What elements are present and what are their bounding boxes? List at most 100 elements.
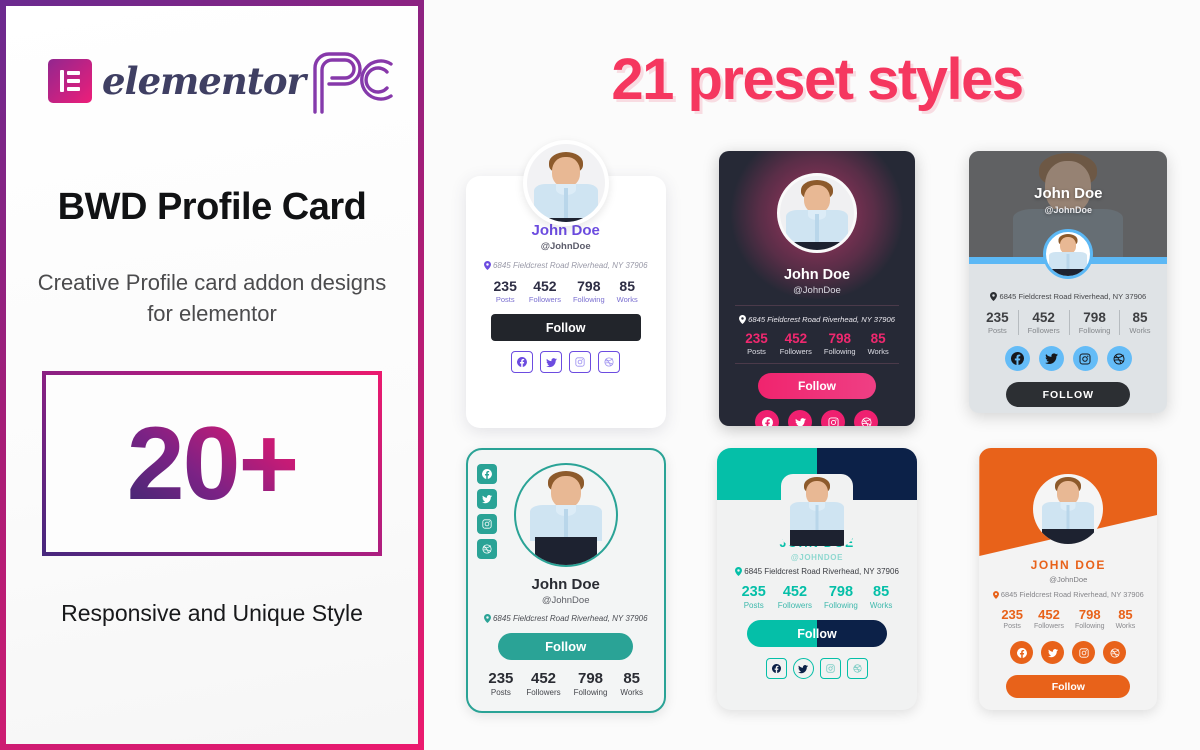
stat-label: Following xyxy=(823,347,856,356)
instagram-icon[interactable] xyxy=(1072,641,1096,664)
promo-banner: elementor BWD Profile Card Creative Prof… xyxy=(0,0,1200,750)
stat-label: Followers xyxy=(777,601,813,610)
card-6-orange[interactable]: JOHN DOE @JohnDoe 6845 Fieldcrest Road R… xyxy=(979,448,1158,710)
stat-value: 235 xyxy=(741,584,766,600)
profile-handle: @JohnDoe xyxy=(541,595,590,606)
instagram-icon[interactable] xyxy=(569,351,592,373)
profile-handle: @JohnDoe xyxy=(1049,575,1088,584)
stat-item: 85 Works xyxy=(620,670,643,697)
stat-item: 235 Posts xyxy=(488,670,513,697)
stat-value: 798 xyxy=(1083,310,1106,325)
stat-item: 452 Followers xyxy=(780,331,812,356)
follow-button[interactable]: Follow xyxy=(498,633,634,660)
stat-value: 452 xyxy=(784,331,808,346)
dribbble-icon[interactable] xyxy=(1106,346,1132,371)
stat-label: Posts xyxy=(743,601,764,610)
social-links xyxy=(725,658,909,679)
card-5-teal-navy[interactable]: JOHN DOE @JOHNDOE 6845 Fieldcrest Road R… xyxy=(716,448,917,710)
stat-value: 85 xyxy=(619,278,635,294)
stat-value: 235 xyxy=(493,278,517,294)
follow-button[interactable]: Follow xyxy=(757,373,876,399)
dribbble-icon[interactable] xyxy=(476,539,497,559)
follow-button[interactable]: Follow xyxy=(746,620,887,647)
count-value: 20+ xyxy=(126,405,299,522)
follow-button[interactable]: Follow xyxy=(1006,675,1131,698)
twitter-icon[interactable] xyxy=(1041,641,1065,664)
card-3-gray-blue[interactable]: John Doe @JohnDoe 6845 Fieldcrest Road R… xyxy=(969,151,1168,413)
profile-name: JOHN DOE xyxy=(1030,558,1107,572)
twitter-icon[interactable] xyxy=(788,410,813,426)
facebook-icon[interactable] xyxy=(765,658,787,679)
stat-item: 235 Posts xyxy=(745,331,768,356)
preset-cards-grid: John Doe @JohnDoe 6845 Fieldcrest Road R… xyxy=(458,140,1176,727)
dribbble-icon[interactable] xyxy=(598,351,621,373)
follow-button[interactable]: FOLLOW xyxy=(1006,382,1131,407)
address-text: 6845 Fieldcrest Road Riverhead, NY 37906 xyxy=(999,292,1147,301)
instagram-icon[interactable] xyxy=(819,658,841,679)
stats-row: 235 Posts 452 Followers 798 Following 85 Wor… xyxy=(977,310,1159,335)
facebook-icon[interactable] xyxy=(476,464,497,484)
facebook-icon[interactable] xyxy=(511,351,534,373)
card-2-dark-pink[interactable]: John Doe @JohnDoe 6845 Fieldcrest Road R… xyxy=(718,151,915,426)
dribbble-icon[interactable] xyxy=(846,658,868,679)
profile-address: 6845 Fieldcrest Road Riverhead, NY 37906 xyxy=(725,567,909,576)
twitter-icon[interactable] xyxy=(540,351,563,373)
profile-address: 6845 Fieldcrest Road Riverhead, NY 37906 xyxy=(986,590,1150,599)
card-4-teal-outline[interactable]: John Doe @JohnDoe 6845 Fieldcrest Road R… xyxy=(465,448,666,713)
location-pin-icon xyxy=(992,591,999,599)
avatar xyxy=(776,173,857,253)
dribbble-icon[interactable] xyxy=(854,410,879,426)
page-tagline: Responsive and Unique Style xyxy=(61,600,363,627)
facebook-icon[interactable] xyxy=(1010,641,1034,664)
stat-value: 85 xyxy=(623,670,641,687)
avatar xyxy=(1033,474,1104,544)
profile-address: 6845 Fieldcrest Road Riverhead, NY 37906 xyxy=(476,261,656,270)
stat-label: Posts xyxy=(987,326,1007,335)
location-pin-icon xyxy=(739,315,746,324)
social-links xyxy=(977,346,1159,371)
stats-row: 235 Posts 452 Followers 798 Following 85 Wor… xyxy=(476,278,656,304)
instagram-icon[interactable] xyxy=(821,410,846,426)
stat-label: Works xyxy=(1115,623,1136,630)
instagram-icon[interactable] xyxy=(1072,346,1098,371)
stat-item: 85 Works xyxy=(870,584,893,610)
stats-row: 235 Posts 452 Followers 798 Following 85 Wor… xyxy=(478,670,654,697)
twitter-icon[interactable] xyxy=(476,489,497,509)
card-1-light-purple[interactable]: John Doe @JohnDoe 6845 Fieldcrest Road R… xyxy=(465,140,666,428)
stat-item: 452 Followers xyxy=(1034,607,1064,630)
stat-item: 85 Works xyxy=(1120,310,1159,335)
twitter-icon[interactable] xyxy=(792,658,814,679)
card-body: 6845 Fieldcrest Road Riverhead, NY 37906… xyxy=(969,264,1167,413)
stat-label: Works xyxy=(869,601,893,610)
follow-button[interactable]: Follow xyxy=(490,314,641,341)
stat-value: 798 xyxy=(1078,607,1101,622)
stat-value: 85 xyxy=(1118,607,1133,622)
social-links xyxy=(986,641,1150,664)
stat-value: 85 xyxy=(1132,310,1148,325)
stat-value: 452 xyxy=(1038,607,1060,622)
dribbble-icon[interactable] xyxy=(1103,641,1127,664)
stat-label: Followers xyxy=(1034,623,1064,630)
stats-row: 235 Posts 452 Followers 798 Following 85 Wor… xyxy=(725,584,909,610)
stat-value: 235 xyxy=(986,310,1009,325)
stat-label: Followers xyxy=(1027,326,1060,335)
twitter-icon[interactable] xyxy=(1038,346,1064,371)
social-links xyxy=(476,464,497,559)
social-links xyxy=(476,351,656,373)
facebook-icon[interactable] xyxy=(1004,346,1030,371)
facebook-icon[interactable] xyxy=(755,410,780,426)
stat-label: Posts xyxy=(495,295,515,304)
divider xyxy=(734,305,899,306)
stat-label: Following xyxy=(1074,623,1105,630)
stat-value: 798 xyxy=(828,331,851,346)
stat-label: Posts xyxy=(747,347,766,356)
stats-row: 235 Posts 452 Followers 798 Following 85 Wor… xyxy=(729,331,905,356)
instagram-icon[interactable] xyxy=(476,514,497,534)
stat-value: 235 xyxy=(1001,607,1024,622)
stat-value: 798 xyxy=(828,584,854,600)
elementor-logo: elementor xyxy=(48,59,306,103)
profile-address: 6845 Fieldcrest Road Riverhead, NY 37906 xyxy=(478,614,654,623)
count-badge: 20+ xyxy=(42,371,382,557)
profile-handle: @JohnDoe xyxy=(793,285,841,296)
stat-label: Followers xyxy=(779,347,812,356)
